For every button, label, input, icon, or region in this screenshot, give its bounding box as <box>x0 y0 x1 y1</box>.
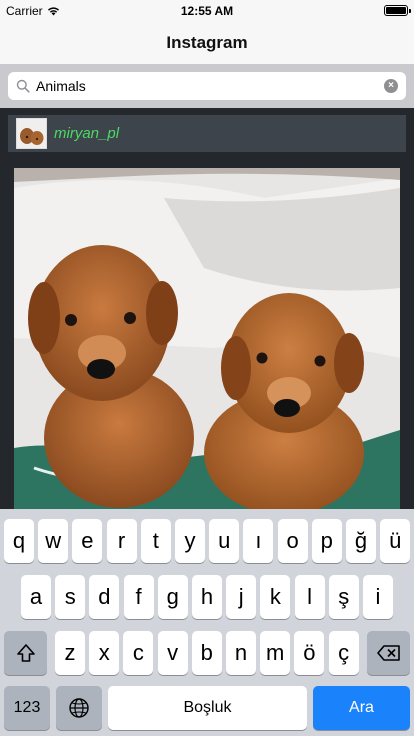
key-q[interactable]: q <box>4 519 34 563</box>
key-u[interactable]: u <box>209 519 240 563</box>
key-ö[interactable]: ö <box>294 631 325 675</box>
key-x[interactable]: x <box>89 631 120 675</box>
search-bar: × <box>0 64 414 108</box>
key-z[interactable]: z <box>55 631 85 675</box>
key-m[interactable]: m <box>260 631 291 675</box>
clear-search-icon[interactable]: × <box>384 79 398 93</box>
key-f[interactable]: f <box>123 575 154 619</box>
key-y[interactable]: y <box>175 519 205 563</box>
key-j[interactable]: j <box>226 575 257 619</box>
delete-key[interactable] <box>367 631 410 675</box>
key-w[interactable]: w <box>38 519 69 563</box>
search-icon <box>16 79 30 93</box>
search-field[interactable]: × <box>8 72 406 100</box>
key-l[interactable]: l <box>294 575 325 619</box>
user-result-row[interactable]: miryan_pl <box>8 115 406 152</box>
key-ş[interactable]: ş <box>328 575 359 619</box>
status-bar: Carrier 12:55 AM <box>0 0 414 22</box>
puppies-photo <box>14 168 400 512</box>
key-b[interactable]: b <box>191 631 222 675</box>
key-a[interactable]: a <box>21 575 51 619</box>
shift-icon <box>16 644 35 662</box>
key-ç[interactable]: ç <box>328 631 359 675</box>
key-s[interactable]: s <box>55 575 86 619</box>
globe-icon <box>69 698 89 718</box>
numbers-key[interactable]: 123 <box>4 686 50 730</box>
key-h[interactable]: h <box>192 575 222 619</box>
search-input[interactable] <box>36 76 376 96</box>
page-title: Instagram <box>166 33 248 52</box>
key-c[interactable]: c <box>123 631 154 675</box>
key-t[interactable]: t <box>140 519 171 563</box>
puppies-thumbnail <box>17 119 46 148</box>
key-n[interactable]: n <box>226 631 256 675</box>
backspace-icon <box>376 645 400 661</box>
globe-key[interactable] <box>56 686 102 730</box>
key-r[interactable]: r <box>106 519 137 563</box>
key-d[interactable]: d <box>89 575 120 619</box>
key-ğ[interactable]: ğ <box>346 519 376 563</box>
navigation-bar: Instagram <box>0 22 414 64</box>
key-e[interactable]: e <box>72 519 103 563</box>
username: miryan_pl <box>54 125 120 142</box>
keyboard: qwertyuıopğü asdfghjklşi zxcvbnmöç 123 B… <box>0 509 414 736</box>
key-i[interactable]: i <box>363 575 393 619</box>
key-v[interactable]: v <box>157 631 188 675</box>
space-key[interactable]: Boşluk <box>108 686 307 730</box>
shift-key[interactable] <box>4 631 47 675</box>
status-time: 12:55 AM <box>180 4 234 18</box>
search-key[interactable]: Ara <box>313 686 410 730</box>
key-g[interactable]: g <box>157 575 188 619</box>
avatar <box>16 118 47 149</box>
key-p[interactable]: p <box>311 519 342 563</box>
battery-icon <box>384 5 411 16</box>
key-o[interactable]: o <box>277 519 308 563</box>
post-image[interactable] <box>14 168 400 512</box>
key-ü[interactable]: ü <box>380 519 411 563</box>
key-k[interactable]: k <box>260 575 291 619</box>
key-ı[interactable]: ı <box>243 519 274 563</box>
